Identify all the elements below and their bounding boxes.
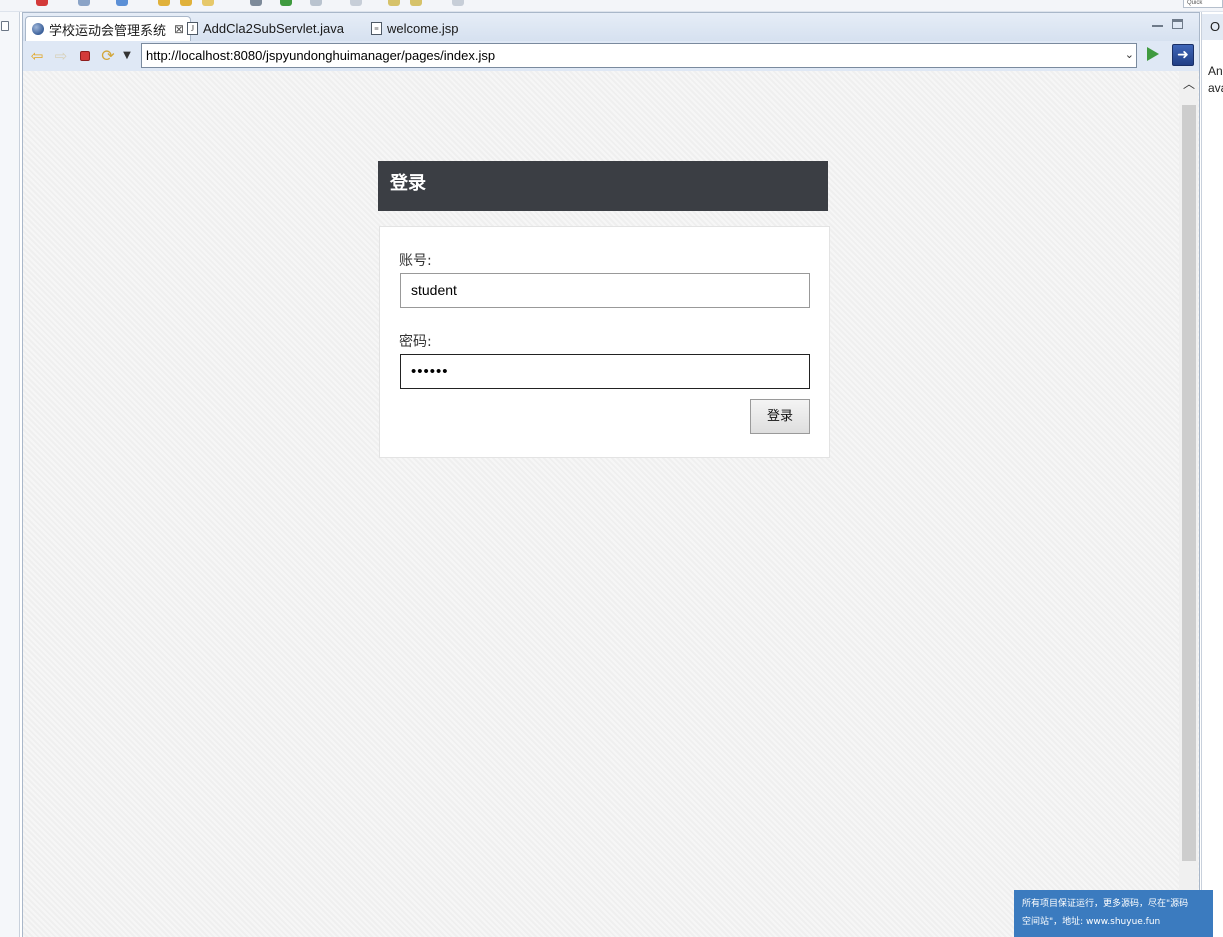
go-icon[interactable] <box>1147 47 1161 63</box>
password-label: 密码: <box>399 334 432 350</box>
outline-message: An ava <box>1208 63 1223 97</box>
toolbar-nav-icon[interactable] <box>350 0 362 6</box>
toolbar-save-icon[interactable] <box>310 0 322 6</box>
username-input[interactable]: student <box>400 273 810 308</box>
minimized-view-icon[interactable] <box>1 21 9 31</box>
watermark-line1: 所有项目保证运行，更多源码，尽在"源码 <box>1022 899 1189 909</box>
java-file-icon: J <box>187 22 198 35</box>
toolbar-folder2-icon[interactable] <box>180 0 192 6</box>
globe-icon <box>32 23 44 35</box>
tab-label: AddCla2SubServlet.java <box>203 21 344 36</box>
browser-editor: 学校运动会管理系统 ⊠ J AddCla2SubServlet.java ≡ w… <box>22 12 1200 937</box>
toolbar-search-icon[interactable] <box>250 0 262 6</box>
outline-message-line2: ava <box>1208 81 1223 95</box>
scrollbar-thumb[interactable] <box>1182 105 1196 861</box>
url-history-chevron-icon[interactable]: ⌄ <box>1125 44 1134 67</box>
url-input[interactable]: http://localhost:8080/jspyundonghuimanag… <box>141 43 1137 68</box>
login-form: 账号: student 密码: •••••• 登录 <box>379 226 830 458</box>
toolbar-run-icon[interactable] <box>280 0 292 6</box>
source-watermark-banner: 所有项目保证运行，更多源码，尽在"源码 空间站"，地址: www.shuyue.… <box>1014 890 1213 937</box>
open-external-icon[interactable]: ➜ <box>1172 44 1194 66</box>
minimize-icon[interactable] <box>1152 21 1163 27</box>
editor-tab-bar: 学校运动会管理系统 ⊠ J AddCla2SubServlet.java ≡ w… <box>23 13 1199 41</box>
login-title: 登录 <box>378 161 828 211</box>
url-text: http://localhost:8080/jspyundonghuimanag… <box>146 48 496 63</box>
chevron-down-icon[interactable]: ▼ <box>121 47 133 65</box>
login-button[interactable]: 登录 <box>750 399 810 434</box>
tab-addcla2subservlet[interactable]: J AddCla2SubServlet.java <box>181 16 350 41</box>
right-side-panel: O An ava <box>1201 12 1223 937</box>
scroll-up-arrow-icon[interactable]: ︿ <box>1183 78 1195 90</box>
toolbar-annotation2-icon[interactable] <box>410 0 422 6</box>
browser-navigation-bar: ⇦ ⇨ ⟳ ▼ http://localhost:8080/jspyundong… <box>23 41 1199 71</box>
tab-label: welcome.jsp <box>387 21 459 36</box>
toolbar-stop-icon[interactable] <box>36 0 48 6</box>
toolbar-debug-icon[interactable] <box>78 0 90 6</box>
refresh-icon[interactable]: ⟳ <box>99 47 117 65</box>
toolbar-arrow-icon[interactable] <box>452 0 464 6</box>
maximize-icon[interactable] <box>1172 19 1183 29</box>
password-input[interactable]: •••••• <box>400 354 810 389</box>
watermark-line2: 空间站"，地址: www.shuyue.fun <box>1022 917 1161 927</box>
web-page-content: 登录 账号: student 密码: •••••• 登录 ︿ <box>23 71 1199 937</box>
back-arrow-icon[interactable]: ⇦ <box>29 47 45 65</box>
username-label: 账号: <box>399 253 432 269</box>
left-panel-strip <box>0 12 20 937</box>
stop-icon[interactable] <box>78 47 92 65</box>
toolbar-edit-icon[interactable] <box>202 0 214 6</box>
tab-label: 学校运动会管理系统 <box>49 22 167 38</box>
toolbar-help-icon[interactable] <box>116 0 128 6</box>
vertical-scrollbar[interactable]: ︿ <box>1179 71 1198 937</box>
tab-welcome-jsp[interactable]: ≡ welcome.jsp <box>365 16 465 41</box>
forward-arrow-icon[interactable]: ⇨ <box>53 47 69 65</box>
tab-internal-browser[interactable]: 学校运动会管理系统 ⊠ <box>25 16 192 41</box>
outline-tab[interactable]: O <box>1202 14 1223 40</box>
outline-message-line1: An <box>1208 64 1223 78</box>
jsp-file-icon: ≡ <box>371 22 382 35</box>
toolbar-folder-icon[interactable] <box>158 0 170 6</box>
main-toolbar: Quick <box>0 0 1223 12</box>
toolbar-annotation-icon[interactable] <box>388 0 400 6</box>
quick-access-input[interactable]: Quick <box>1183 0 1223 8</box>
